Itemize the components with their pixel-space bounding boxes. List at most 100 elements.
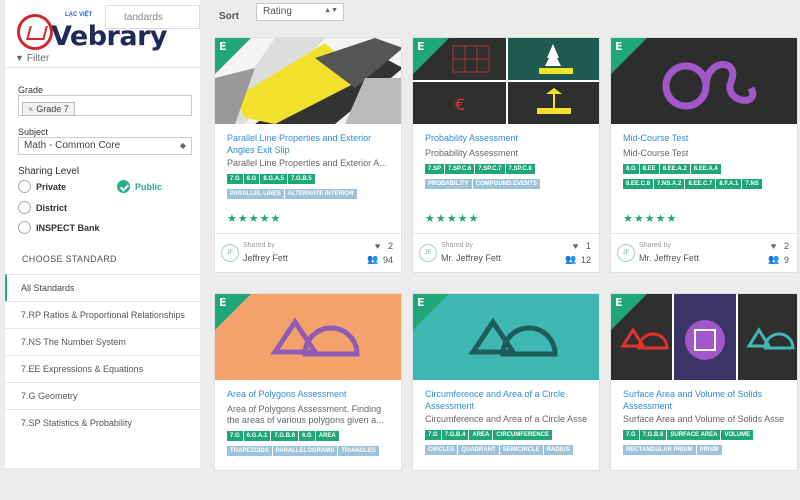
radio-label: INSPECT Bank bbox=[36, 222, 100, 233]
tag[interactable]: TRIANGLES bbox=[338, 446, 379, 456]
standard-item-7rp[interactable]: 7.RP Ratios & Proportional Relationships bbox=[5, 301, 200, 328]
radio-circle[interactable] bbox=[18, 201, 31, 214]
resource-card[interactable]: E Mid-Course Test Mid-Course Test 8.G 8.E… bbox=[610, 37, 798, 273]
tag[interactable]: 7.G.B.6 bbox=[639, 430, 667, 440]
tag[interactable]: 7.G bbox=[425, 430, 441, 440]
choose-standard-heading: CHOOSE STANDARD bbox=[22, 254, 117, 264]
radio-label: Private bbox=[36, 181, 67, 192]
tag[interactable]: PROBABILITY bbox=[425, 179, 472, 189]
sort-select[interactable]: Rating ▲▼ bbox=[256, 3, 344, 21]
card-title[interactable]: Surface Area and Volume of Solids Assess… bbox=[623, 388, 785, 412]
tag[interactable]: 7.SP.C.6 bbox=[445, 164, 475, 174]
standard-item-all[interactable]: All Standards bbox=[5, 274, 200, 301]
owner-name[interactable]: Mr. Jeffrey Fett bbox=[441, 253, 501, 263]
card-title[interactable]: Circumference and Area of a Circle Asses… bbox=[425, 388, 587, 412]
heart-icon[interactable]: ♥ bbox=[570, 241, 581, 251]
tag[interactable]: PARALLEL LINES bbox=[227, 189, 284, 199]
tag[interactable]: 6.G bbox=[299, 431, 315, 441]
tag[interactable]: TRAPEZOIDS bbox=[227, 446, 272, 456]
card-title[interactable]: Mid-Course Test bbox=[623, 132, 785, 144]
tag[interactable]: 7.SP.C.7 bbox=[475, 164, 505, 174]
tag[interactable]: AREA bbox=[315, 431, 339, 441]
tag[interactable]: 7.G bbox=[227, 174, 243, 184]
chevron-down-icon: ◆ bbox=[179, 141, 186, 150]
grade-label: Grade bbox=[18, 85, 44, 95]
tag[interactable]: RECTANGULAR PRISM bbox=[623, 445, 696, 455]
tag[interactable]: SEMICIRCLE bbox=[499, 445, 543, 455]
tag[interactable]: VOLUME bbox=[721, 430, 754, 440]
tag[interactable]: PRISM bbox=[696, 445, 722, 455]
tag[interactable]: 8.EE.C.7 bbox=[685, 179, 716, 189]
tag[interactable]: 8.EE.C.8 bbox=[623, 179, 654, 189]
radio-inspect-bank[interactable]: INSPECT Bank bbox=[18, 221, 100, 234]
tag[interactable]: 8.G bbox=[243, 174, 260, 184]
resource-card[interactable]: E Circumference and Area of a Circle Ass… bbox=[412, 293, 600, 471]
tag[interactable]: 7.G.B.5 bbox=[288, 174, 315, 184]
tag[interactable]: PARALLELOGRAMS bbox=[272, 446, 338, 456]
heart-icon[interactable]: ♥ bbox=[768, 241, 779, 251]
tag[interactable]: ALTERNATE INTERIOR bbox=[284, 189, 357, 199]
card-flag-letter: E bbox=[615, 40, 623, 53]
card-flag-letter: E bbox=[417, 296, 425, 309]
standard-item-7g[interactable]: 7.G Geometry bbox=[5, 382, 200, 409]
logo: LẠC VIỆT Vebrary bbox=[17, 10, 168, 54]
radio-circle-checked[interactable] bbox=[117, 180, 130, 193]
tag[interactable]: 7.NS bbox=[742, 179, 762, 189]
resource-card[interactable]: E Area of Polygons Assessment Area of Po… bbox=[214, 293, 402, 471]
resource-card[interactable]: E Parallel Line Properties and Exterior … bbox=[214, 37, 402, 273]
tag[interactable]: CIRCUMFERENCE bbox=[493, 430, 553, 440]
subject-value: Math - Common Core bbox=[24, 140, 121, 151]
tag[interactable]: SURFACE AREA bbox=[667, 430, 721, 440]
tag[interactable]: 7.NS.A.2 bbox=[654, 179, 685, 189]
tag[interactable]: 7.G bbox=[227, 431, 243, 441]
users-stat: 👥 12 bbox=[565, 254, 591, 265]
standard-item-7ee[interactable]: 7.EE Expressions & Equations bbox=[5, 355, 200, 382]
tag[interactable]: 6.G.A.1 bbox=[243, 431, 271, 441]
tag[interactable]: COMPOUND EVENTS bbox=[472, 179, 541, 189]
resource-card[interactable]: E Surface Area and Volume of Solids Asse… bbox=[610, 293, 798, 471]
filter-toggle[interactable]: ▼ Filter bbox=[15, 53, 49, 64]
standard-item-7sp[interactable]: 7.SP Statistics & Probability bbox=[5, 409, 200, 436]
heart-icon[interactable]: ♥ bbox=[372, 241, 383, 251]
tag[interactable]: QUADRANT bbox=[458, 445, 499, 455]
tag[interactable]: CIRCLES bbox=[425, 445, 458, 455]
likes-count: 2 bbox=[387, 241, 393, 251]
card-title[interactable]: Parallel Line Properties and Exterior An… bbox=[227, 132, 389, 156]
card-footer: JF Shared by Mr. Jeffrey Fett ♥ 1 👥 12 bbox=[413, 233, 599, 272]
owner-name[interactable]: Jeffrey Fett bbox=[243, 253, 288, 263]
radio-district[interactable]: District bbox=[18, 201, 67, 214]
tag[interactable]: 8.EE.A.4 bbox=[690, 164, 721, 174]
filter-label: Filter bbox=[26, 53, 50, 64]
subject-select[interactable]: Math - Common Core ◆ bbox=[18, 137, 192, 155]
tag[interactable]: 7.SP.C.8 bbox=[505, 164, 535, 174]
logo-mark-icon bbox=[17, 14, 53, 50]
tag[interactable]: 7.G bbox=[623, 430, 639, 440]
radio-private[interactable]: Private bbox=[18, 180, 66, 193]
tag[interactable]: 8.EE bbox=[639, 164, 659, 174]
standard-item-7ns[interactable]: 7.NS The Number System bbox=[5, 328, 200, 355]
radio-circle[interactable] bbox=[18, 180, 31, 193]
resource-card[interactable]: € E Probability Assessment Probability A… bbox=[412, 37, 600, 273]
tag[interactable]: 8.EE.A.2 bbox=[659, 164, 690, 174]
tag[interactable]: 7.G.B.6 bbox=[271, 431, 299, 441]
remove-chip-icon[interactable]: × bbox=[28, 104, 33, 114]
card-title[interactable]: Probability Assessment bbox=[425, 132, 587, 144]
tag[interactable]: 7.SP bbox=[425, 164, 445, 174]
tag[interactable]: AREA bbox=[469, 430, 493, 440]
owner-name[interactable]: Mr. Jeffrey Fett bbox=[639, 253, 699, 263]
tag[interactable]: 8.F.A.1 bbox=[716, 179, 742, 189]
tag[interactable]: 8.G.A.5 bbox=[260, 174, 288, 184]
tag[interactable]: 7.G.B.4 bbox=[441, 430, 469, 440]
tag-list: 7.G 7.G.B.4 AREA CIRCUMFERENCE CIRCLES QUADR… bbox=[425, 427, 587, 457]
star-rating: ★★★★★ bbox=[425, 213, 480, 225]
grade-select[interactable]: × Grade 7 bbox=[18, 95, 192, 116]
tag[interactable]: 8.G bbox=[623, 164, 639, 174]
likes-stat: ♥ 2 bbox=[372, 241, 393, 251]
card-title[interactable]: Area of Polygons Assessment bbox=[227, 388, 389, 400]
card-thumbnail: E bbox=[611, 294, 797, 380]
tag[interactable]: RADIUS bbox=[543, 445, 573, 455]
radio-circle[interactable] bbox=[18, 221, 31, 234]
grade-chip[interactable]: × Grade 7 bbox=[22, 102, 75, 116]
radio-public[interactable]: Public bbox=[117, 180, 162, 193]
chevron-down-icon: ▲▼ bbox=[324, 7, 338, 14]
